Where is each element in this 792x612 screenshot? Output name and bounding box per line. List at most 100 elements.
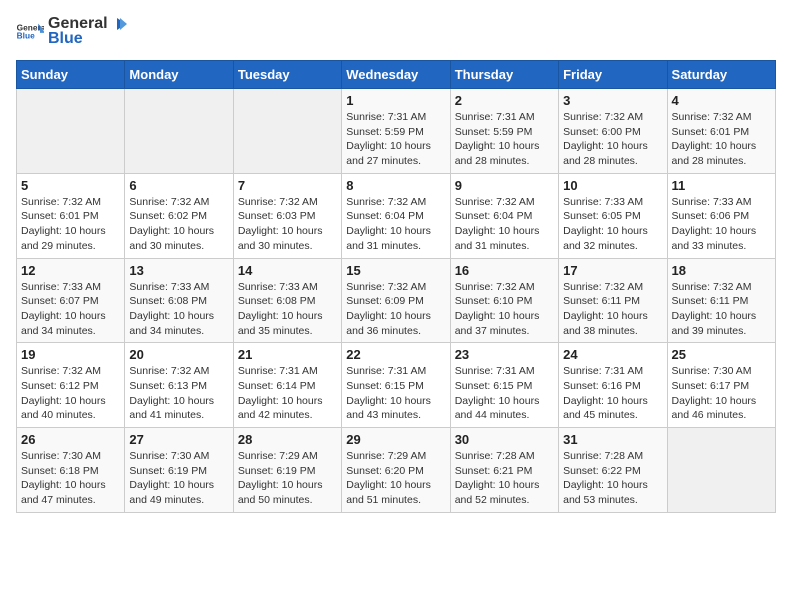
- weekday-header-saturday: Saturday: [667, 61, 775, 89]
- day-number: 6: [129, 178, 228, 193]
- day-cell: 2 Sunrise: 7:31 AMSunset: 5:59 PMDaylight…: [450, 89, 558, 174]
- weekday-header-friday: Friday: [559, 61, 667, 89]
- day-number: 11: [672, 178, 771, 193]
- day-number: 1: [346, 93, 445, 108]
- day-number: 5: [21, 178, 120, 193]
- day-number: 2: [455, 93, 554, 108]
- weekday-header-wednesday: Wednesday: [342, 61, 450, 89]
- weekday-header-sunday: Sunday: [17, 61, 125, 89]
- day-cell: 21 Sunrise: 7:31 AMSunset: 6:14 PMDayligh…: [233, 343, 341, 428]
- day-number: 8: [346, 178, 445, 193]
- logo-icon: General Blue: [16, 22, 44, 42]
- day-cell: 9Sunrise: 7:32 AMSunset: 6:04 PMDaylight…: [450, 173, 558, 258]
- day-info: Sunrise: 7:31 AMSunset: 6:15 PMDaylight:…: [346, 364, 445, 423]
- day-cell: 3 Sunrise: 7:32 AMSunset: 6:00 PMDaylight…: [559, 89, 667, 174]
- weekday-header-monday: Monday: [125, 61, 233, 89]
- day-number: 19: [21, 347, 120, 362]
- day-cell: 1 Sunrise: 7:31 AMSunset: 5:59 PMDaylight…: [342, 89, 450, 174]
- day-cell: 25 Sunrise: 7:30 AMSunset: 6:17 PMDayligh…: [667, 343, 775, 428]
- logo-blue-text: Blue: [48, 30, 128, 48]
- day-number: 29: [346, 432, 445, 447]
- day-cell: 14Sunrise: 7:33 AMSunset: 6:08 PMDayligh…: [233, 258, 341, 343]
- day-info: Sunrise: 7:32 AMSunset: 6:00 PMDaylight:…: [563, 110, 662, 169]
- day-cell: 27Sunrise: 7:30 AMSunset: 6:19 PMDayligh…: [125, 428, 233, 513]
- day-cell: [17, 89, 125, 174]
- day-cell: 7 Sunrise: 7:32 AMSunset: 6:03 PMDaylight…: [233, 173, 341, 258]
- weekday-header-thursday: Thursday: [450, 61, 558, 89]
- weekday-header-tuesday: Tuesday: [233, 61, 341, 89]
- day-cell: 30 Sunrise: 7:28 AMSunset: 6:21 PMDayligh…: [450, 428, 558, 513]
- day-number: 23: [455, 347, 554, 362]
- day-info: Sunrise: 7:31 AMSunset: 6:14 PMDaylight:…: [238, 364, 337, 423]
- day-info: Sunrise: 7:32 AMSunset: 6:11 PMDaylight:…: [672, 280, 771, 339]
- day-number: 18: [672, 263, 771, 278]
- day-number: 20: [129, 347, 228, 362]
- day-info: Sunrise: 7:32 AMSunset: 6:04 PMDaylight:…: [346, 195, 445, 254]
- header: General Blue General Blue: [16, 16, 776, 48]
- day-info: Sunrise: 7:31 AMSunset: 6:15 PMDaylight:…: [455, 364, 554, 423]
- day-cell: 12Sunrise: 7:33 AMSunset: 6:07 PMDayligh…: [17, 258, 125, 343]
- day-info: Sunrise: 7:29 AMSunset: 6:19 PMDaylight:…: [238, 449, 337, 508]
- day-cell: 16 Sunrise: 7:32 AMSunset: 6:10 PMDayligh…: [450, 258, 558, 343]
- day-cell: 28 Sunrise: 7:29 AMSunset: 6:19 PMDayligh…: [233, 428, 341, 513]
- day-info: Sunrise: 7:31 AMSunset: 5:59 PMDaylight:…: [455, 110, 554, 169]
- day-info: Sunrise: 7:31 AMSunset: 6:16 PMDaylight:…: [563, 364, 662, 423]
- week-row-1: 1 Sunrise: 7:31 AMSunset: 5:59 PMDaylight…: [17, 89, 776, 174]
- day-cell: 24 Sunrise: 7:31 AMSunset: 6:16 PMDayligh…: [559, 343, 667, 428]
- calendar-table: SundayMondayTuesdayWednesdayThursdayFrid…: [16, 60, 776, 513]
- day-cell: 10Sunrise: 7:33 AMSunset: 6:05 PMDayligh…: [559, 173, 667, 258]
- day-info: Sunrise: 7:33 AMSunset: 6:07 PMDaylight:…: [21, 280, 120, 339]
- day-number: 22: [346, 347, 445, 362]
- day-cell: 4 Sunrise: 7:32 AMSunset: 6:01 PMDaylight…: [667, 89, 775, 174]
- day-number: 13: [129, 263, 228, 278]
- day-info: Sunrise: 7:32 AMSunset: 6:03 PMDaylight:…: [238, 195, 337, 254]
- week-row-4: 19 Sunrise: 7:32 AMSunset: 6:12 PMDayligh…: [17, 343, 776, 428]
- day-number: 4: [672, 93, 771, 108]
- day-cell: [233, 89, 341, 174]
- weekday-header-row: SundayMondayTuesdayWednesdayThursdayFrid…: [17, 61, 776, 89]
- day-cell: 17 Sunrise: 7:32 AMSunset: 6:11 PMDayligh…: [559, 258, 667, 343]
- day-number: 31: [563, 432, 662, 447]
- day-info: Sunrise: 7:33 AMSunset: 6:06 PMDaylight:…: [672, 195, 771, 254]
- day-info: Sunrise: 7:32 AMSunset: 6:02 PMDaylight:…: [129, 195, 228, 254]
- day-info: Sunrise: 7:33 AMSunset: 6:08 PMDaylight:…: [238, 280, 337, 339]
- day-info: Sunrise: 7:32 AMSunset: 6:09 PMDaylight:…: [346, 280, 445, 339]
- day-info: Sunrise: 7:28 AMSunset: 6:21 PMDaylight:…: [455, 449, 554, 508]
- day-info: Sunrise: 7:32 AMSunset: 6:10 PMDaylight:…: [455, 280, 554, 339]
- day-info: Sunrise: 7:32 AMSunset: 6:13 PMDaylight:…: [129, 364, 228, 423]
- week-row-5: 26 Sunrise: 7:30 AMSunset: 6:18 PMDayligh…: [17, 428, 776, 513]
- day-cell: 6 Sunrise: 7:32 AMSunset: 6:02 PMDaylight…: [125, 173, 233, 258]
- day-cell: 19 Sunrise: 7:32 AMSunset: 6:12 PMDayligh…: [17, 343, 125, 428]
- day-number: 30: [455, 432, 554, 447]
- day-info: Sunrise: 7:29 AMSunset: 6:20 PMDaylight:…: [346, 449, 445, 508]
- day-info: Sunrise: 7:30 AMSunset: 6:18 PMDaylight:…: [21, 449, 120, 508]
- day-info: Sunrise: 7:33 AMSunset: 6:08 PMDaylight:…: [129, 280, 228, 339]
- day-number: 3: [563, 93, 662, 108]
- day-number: 16: [455, 263, 554, 278]
- day-number: 26: [21, 432, 120, 447]
- week-row-2: 5Sunrise: 7:32 AMSunset: 6:01 PMDaylight…: [17, 173, 776, 258]
- day-number: 25: [672, 347, 771, 362]
- day-number: 10: [563, 178, 662, 193]
- day-cell: 15Sunrise: 7:32 AMSunset: 6:09 PMDayligh…: [342, 258, 450, 343]
- day-cell: 23 Sunrise: 7:31 AMSunset: 6:15 PMDayligh…: [450, 343, 558, 428]
- day-cell: 18 Sunrise: 7:32 AMSunset: 6:11 PMDayligh…: [667, 258, 775, 343]
- day-cell: 22 Sunrise: 7:31 AMSunset: 6:15 PMDayligh…: [342, 343, 450, 428]
- day-number: 21: [238, 347, 337, 362]
- day-cell: 11 Sunrise: 7:33 AMSunset: 6:06 PMDayligh…: [667, 173, 775, 258]
- day-number: 28: [238, 432, 337, 447]
- logo: General Blue General Blue: [16, 16, 128, 48]
- day-info: Sunrise: 7:32 AMSunset: 6:12 PMDaylight:…: [21, 364, 120, 423]
- day-info: Sunrise: 7:32 AMSunset: 6:01 PMDaylight:…: [672, 110, 771, 169]
- day-info: Sunrise: 7:30 AMSunset: 6:19 PMDaylight:…: [129, 449, 228, 508]
- day-number: 24: [563, 347, 662, 362]
- week-row-3: 12Sunrise: 7:33 AMSunset: 6:07 PMDayligh…: [17, 258, 776, 343]
- day-info: Sunrise: 7:28 AMSunset: 6:22 PMDaylight:…: [563, 449, 662, 508]
- day-info: Sunrise: 7:32 AMSunset: 6:11 PMDaylight:…: [563, 280, 662, 339]
- day-info: Sunrise: 7:30 AMSunset: 6:17 PMDaylight:…: [672, 364, 771, 423]
- day-info: Sunrise: 7:31 AMSunset: 5:59 PMDaylight:…: [346, 110, 445, 169]
- day-number: 17: [563, 263, 662, 278]
- day-number: 7: [238, 178, 337, 193]
- day-cell: 13 Sunrise: 7:33 AMSunset: 6:08 PMDayligh…: [125, 258, 233, 343]
- day-info: Sunrise: 7:32 AMSunset: 6:04 PMDaylight:…: [455, 195, 554, 254]
